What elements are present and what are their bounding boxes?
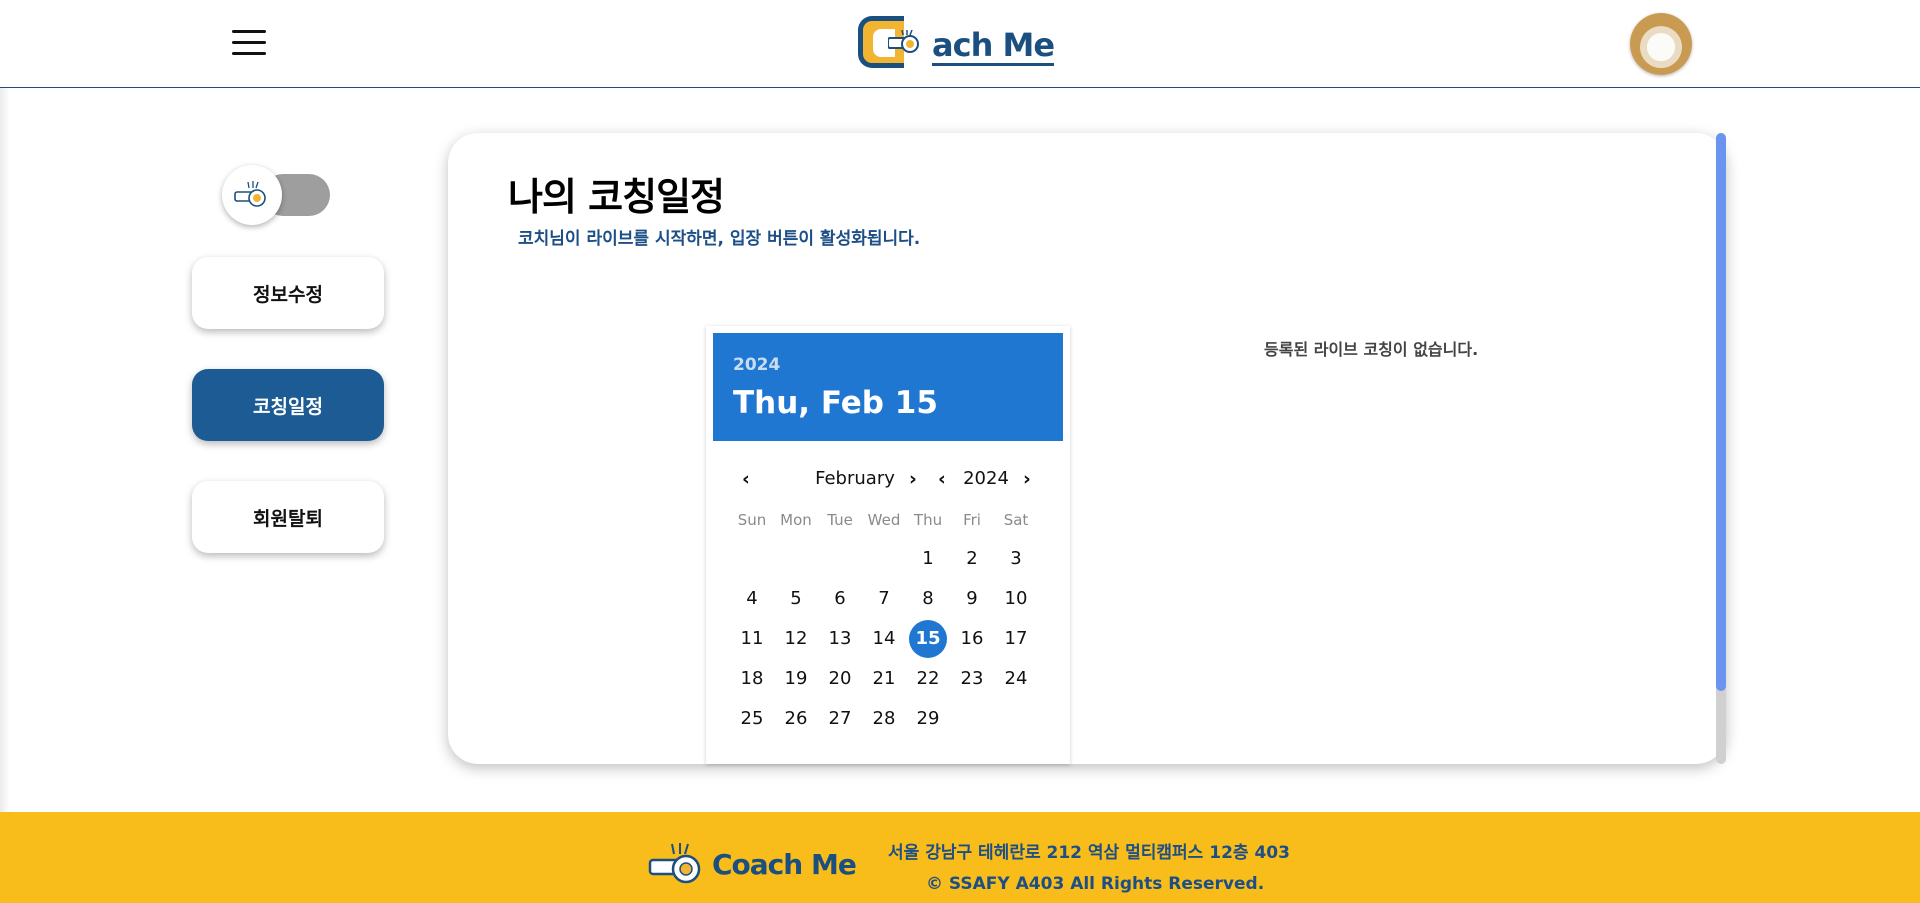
- weekday-label: Sat: [1003, 511, 1029, 529]
- calendar-day[interactable]: 12: [777, 620, 815, 658]
- calendar-day[interactable]: 14: [865, 620, 903, 658]
- date-calendar: 2024 Thu, Feb 15 ‹ February › ‹ 2024 › S…: [706, 326, 1070, 764]
- weekday-label: Wed: [867, 511, 901, 529]
- page-subtitle: 코치님이 라이브를 시작하면, 입장 버튼이 활성화됩니다.: [518, 229, 921, 249]
- weekday-label: Tue: [827, 511, 853, 529]
- scrollbar-thumb[interactable]: [1716, 133, 1726, 691]
- sidebar-item-coaching-schedule[interactable]: 코칭일정: [192, 369, 384, 441]
- scrollbar[interactable]: [1716, 133, 1726, 764]
- toggle-knob[interactable]: [222, 165, 282, 225]
- calendar-day[interactable]: 25: [733, 700, 771, 738]
- calendar-day[interactable]: 4: [733, 580, 771, 618]
- calendar-month-label[interactable]: February: [792, 468, 918, 489]
- whistle-icon: [648, 843, 701, 884]
- next-year-chevron-icon[interactable]: ›: [1023, 468, 1031, 490]
- calendar-day[interactable]: 1: [909, 540, 947, 578]
- calendar-selected-year[interactable]: 2024: [733, 355, 780, 375]
- calendar-day[interactable]: 7: [865, 580, 903, 618]
- whistle-icon: [234, 181, 266, 207]
- page-title: 나의 코칭일정: [508, 175, 725, 219]
- calendar-selected-date: Thu, Feb 15: [733, 385, 938, 421]
- calendar-day[interactable]: 21: [865, 660, 903, 698]
- footer: Coach Me 서울 강남구 테헤란로 212 역삼 멀티캠퍼스 12층 40…: [0, 812, 1920, 903]
- weekday-label: Mon: [780, 511, 812, 529]
- calendar-day[interactable]: 29: [909, 700, 947, 738]
- sidebar-item-edit-profile[interactable]: 정보수정: [192, 257, 384, 329]
- calendar-day[interactable]: 6: [821, 580, 859, 618]
- calendar-day[interactable]: 24: [997, 660, 1035, 698]
- whistle-icon: [888, 30, 919, 53]
- footer-logo: Coach Me: [648, 842, 857, 886]
- calendar-day[interactable]: 28: [865, 700, 903, 738]
- footer-logo-text: Coach Me: [712, 847, 857, 881]
- calendar-day[interactable]: 22: [909, 660, 947, 698]
- weekday-label: Sun: [737, 511, 767, 529]
- calendar-year-label[interactable]: 2024: [960, 468, 1012, 489]
- footer-address: 서울 강남구 테헤란로 212 역삼 멀티캠퍼스 12층 403: [888, 843, 1290, 863]
- calendar-day[interactable]: 8: [909, 580, 947, 618]
- calendar-day[interactable]: 17: [997, 620, 1035, 658]
- empty-live-message: 등록된 라이브 코칭이 없습니다.: [1264, 340, 1479, 359]
- coach-me-logo[interactable]: ach Me: [858, 6, 1055, 68]
- logo-text: ach Me: [932, 26, 1055, 66]
- calendar-day[interactable]: 3: [997, 540, 1035, 578]
- calendar-day-selected[interactable]: 15: [909, 620, 947, 658]
- weekday-label: Thu: [913, 511, 943, 529]
- calendar-day[interactable]: 23: [953, 660, 991, 698]
- hamburger-menu-icon[interactable]: [232, 30, 266, 56]
- next-month-chevron-icon[interactable]: ›: [909, 468, 917, 490]
- calendar-day[interactable]: 2: [953, 540, 991, 578]
- calendar-header: 2024 Thu, Feb 15: [713, 333, 1063, 441]
- calendar-day[interactable]: 18: [733, 660, 771, 698]
- calendar-day[interactable]: 19: [777, 660, 815, 698]
- calendar-day[interactable]: 13: [821, 620, 859, 658]
- prev-year-chevron-icon[interactable]: ‹: [938, 468, 946, 490]
- calendar-day[interactable]: 16: [953, 620, 991, 658]
- weekday-label: Fri: [963, 511, 981, 529]
- mode-toggle[interactable]: [222, 163, 330, 225]
- prev-month-chevron-icon[interactable]: ‹: [742, 468, 750, 490]
- calendar-day[interactable]: 9: [953, 580, 991, 618]
- calendar-day[interactable]: 20: [821, 660, 859, 698]
- footer-copyright: © SSAFY A403 All Rights Reserved.: [926, 874, 1265, 894]
- calendar-day[interactable]: 5: [777, 580, 815, 618]
- calendar-day[interactable]: 11: [733, 620, 771, 658]
- calendar-day[interactable]: 27: [821, 700, 859, 738]
- calendar-day[interactable]: 26: [777, 700, 815, 738]
- page-edge-shadow: [0, 0, 10, 812]
- calendar-day[interactable]: 10: [997, 580, 1035, 618]
- user-avatar[interactable]: [1630, 13, 1692, 75]
- sidebar-item-withdraw[interactable]: 회원탈퇴: [192, 481, 384, 553]
- top-header: ach Me: [0, 0, 1920, 88]
